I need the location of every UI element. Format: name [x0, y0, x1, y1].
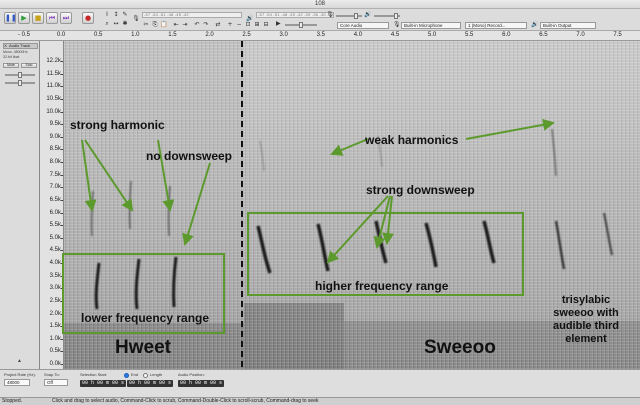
audio-position-label: Audio Position:	[178, 372, 205, 377]
label-strong-downsweep: strong downsweep	[366, 183, 475, 197]
length-radio[interactable]	[143, 373, 148, 378]
status-bar: Stopped. Click and drag to select audio,…	[0, 397, 640, 405]
end-label: End	[131, 372, 139, 377]
status-state: Stopped.	[2, 398, 23, 404]
project-rate-select[interactable]: 48000	[4, 379, 30, 386]
label-trisyllabic: trisylabic sweeoo with audible third ele…	[553, 294, 619, 345]
label-sweeoo: Sweeoo	[424, 337, 496, 358]
snap-to-select[interactable]: Off	[44, 379, 68, 386]
snap-to-label: Snap To:	[44, 372, 60, 377]
arrow-strong-downsweep-1	[326, 195, 389, 264]
label-lower-frequency-range: lower frequency range	[81, 311, 210, 325]
label-no-downsweep: no downsweep	[146, 149, 233, 163]
arrow-no-downsweep	[182, 162, 211, 246]
arrow-strong-harmonic-1	[81, 139, 97, 212]
selection-start-field[interactable]: 00 h 00 m 00 s	[80, 380, 126, 387]
label-higher-frequency-range: higher frequency range	[315, 279, 449, 293]
end-radio[interactable]	[124, 373, 129, 378]
arrow-weak-harmonics-right	[465, 118, 555, 140]
arrow-weak-harmonics-left	[330, 138, 369, 156]
label-strong-harmonic: strong harmonic	[70, 118, 165, 132]
project-rate-label: Project Rate (Hz):	[4, 372, 36, 377]
selection-end-field[interactable]: 00 h 00 m 00 s	[127, 380, 173, 387]
audio-position-field[interactable]: 00 h 00 m 00 s	[178, 380, 224, 387]
selection-toolbar: Project Rate (Hz): 48000 Snap To: Off Se…	[0, 369, 640, 397]
label-weak-harmonics: weak harmonics	[365, 133, 459, 147]
label-hweet: Hweet	[115, 337, 171, 358]
length-label: Length	[150, 372, 163, 377]
status-hint: Click and drag to select audio, Command-…	[52, 398, 319, 404]
arrow-strong-harmonic-2	[84, 139, 134, 212]
selection-start-label: Selection Start:	[80, 372, 108, 377]
